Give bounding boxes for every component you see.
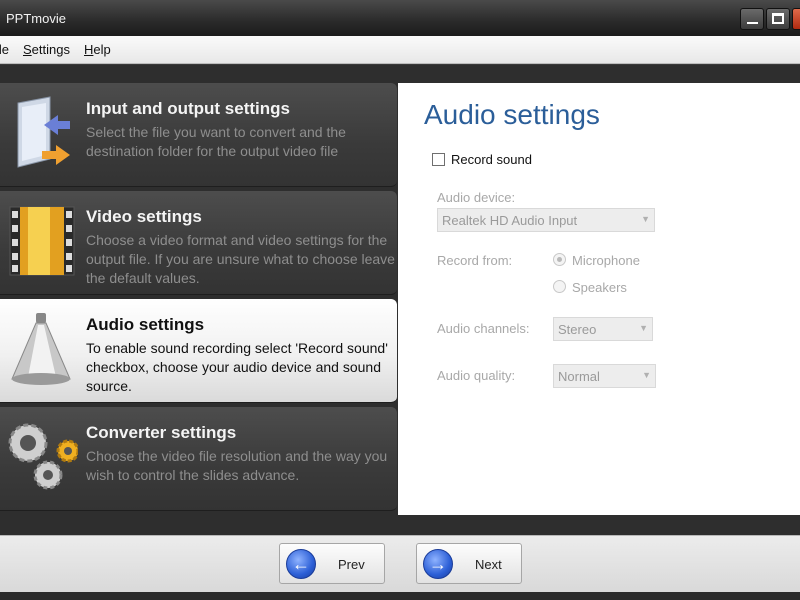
audio-quality-select[interactable]: Normal ▼ — [553, 364, 656, 388]
step-description: To enable sound recording select 'Record… — [86, 340, 388, 394]
audio-channels-label: Audio channels: — [437, 321, 530, 336]
audio-settings-panel: Audio settings Record sound Audio device… — [398, 83, 800, 515]
menu-file[interactable]: File — [0, 42, 9, 57]
step-title: Input and output settings — [86, 99, 290, 118]
prev-label: Prev — [338, 557, 365, 572]
window-title: PPTmovie — [6, 11, 66, 26]
speakers-label[interactable]: Speakers — [572, 280, 627, 295]
step-audio[interactable]: Audio settings To enable sound recording… — [0, 299, 397, 403]
folder-arrows-icon — [17, 96, 70, 168]
audio-device-value: Realtek HD Audio Input — [442, 213, 578, 228]
chevron-down-icon: ▼ — [642, 370, 651, 380]
close-button[interactable] — [792, 8, 800, 30]
record-sound-label[interactable]: Record sound — [451, 152, 532, 167]
audio-quality-value: Normal — [558, 369, 600, 384]
minimize-icon — [747, 22, 758, 24]
audio-device-label: Audio device: — [437, 190, 516, 205]
audio-channels-select[interactable]: Stereo ▼ — [553, 317, 653, 341]
navigation-bar: ← Prev → Next — [0, 535, 800, 600]
step-converter[interactable]: Converter settings Choose the video file… — [0, 407, 397, 511]
maximize-button[interactable] — [766, 8, 790, 30]
audio-device-select[interactable]: Realtek HD Audio Input ▼ — [437, 208, 655, 232]
next-button[interactable]: → Next — [416, 543, 522, 584]
title-bar: PPTmovie — [0, 0, 800, 36]
step-title: Audio settings — [86, 315, 205, 334]
maximize-icon — [772, 13, 784, 24]
megaphone-icon — [11, 313, 71, 385]
step-input-output[interactable]: Input and output settings Select the fil… — [0, 83, 397, 187]
step-description: Choose a video format and video settings… — [86, 232, 395, 286]
speakers-radio[interactable] — [553, 280, 566, 293]
menu-bar: File Settings Help — [0, 36, 800, 64]
chevron-down-icon: ▼ — [639, 323, 648, 333]
record-sound-checkbox[interactable] — [432, 153, 445, 166]
gears-icon — [8, 423, 78, 490]
next-label: Next — [475, 557, 502, 572]
step-description: Choose the video file resolution and the… — [86, 448, 388, 483]
menu-help[interactable]: Help — [84, 42, 111, 57]
step-description: Select the file you want to convert and … — [86, 124, 346, 159]
window-body: Input and output settings Select the fil… — [0, 65, 800, 535]
step-video[interactable]: Video settings Choose a video format and… — [0, 191, 397, 295]
minimize-button[interactable] — [740, 8, 764, 30]
arrow-right-icon: → — [423, 549, 453, 579]
chevron-down-icon: ▼ — [641, 214, 650, 224]
step-title: Converter settings — [86, 423, 237, 442]
panel-title: Audio settings — [424, 99, 600, 130]
prev-button[interactable]: ← Prev — [279, 543, 385, 584]
arrow-left-icon: ← — [286, 549, 316, 579]
microphone-label[interactable]: Microphone — [572, 253, 640, 268]
window-bottom-edge — [0, 592, 800, 600]
steps-panel: Input and output settings Select the fil… — [0, 83, 397, 513]
record-from-label: Record from: — [437, 253, 513, 268]
step-title: Video settings — [86, 207, 202, 226]
film-strip-icon — [9, 206, 75, 276]
menu-settings[interactable]: Settings — [23, 42, 70, 57]
audio-quality-label: Audio quality: — [437, 368, 516, 383]
microphone-radio[interactable] — [553, 253, 566, 266]
audio-channels-value: Stereo — [558, 322, 597, 337]
